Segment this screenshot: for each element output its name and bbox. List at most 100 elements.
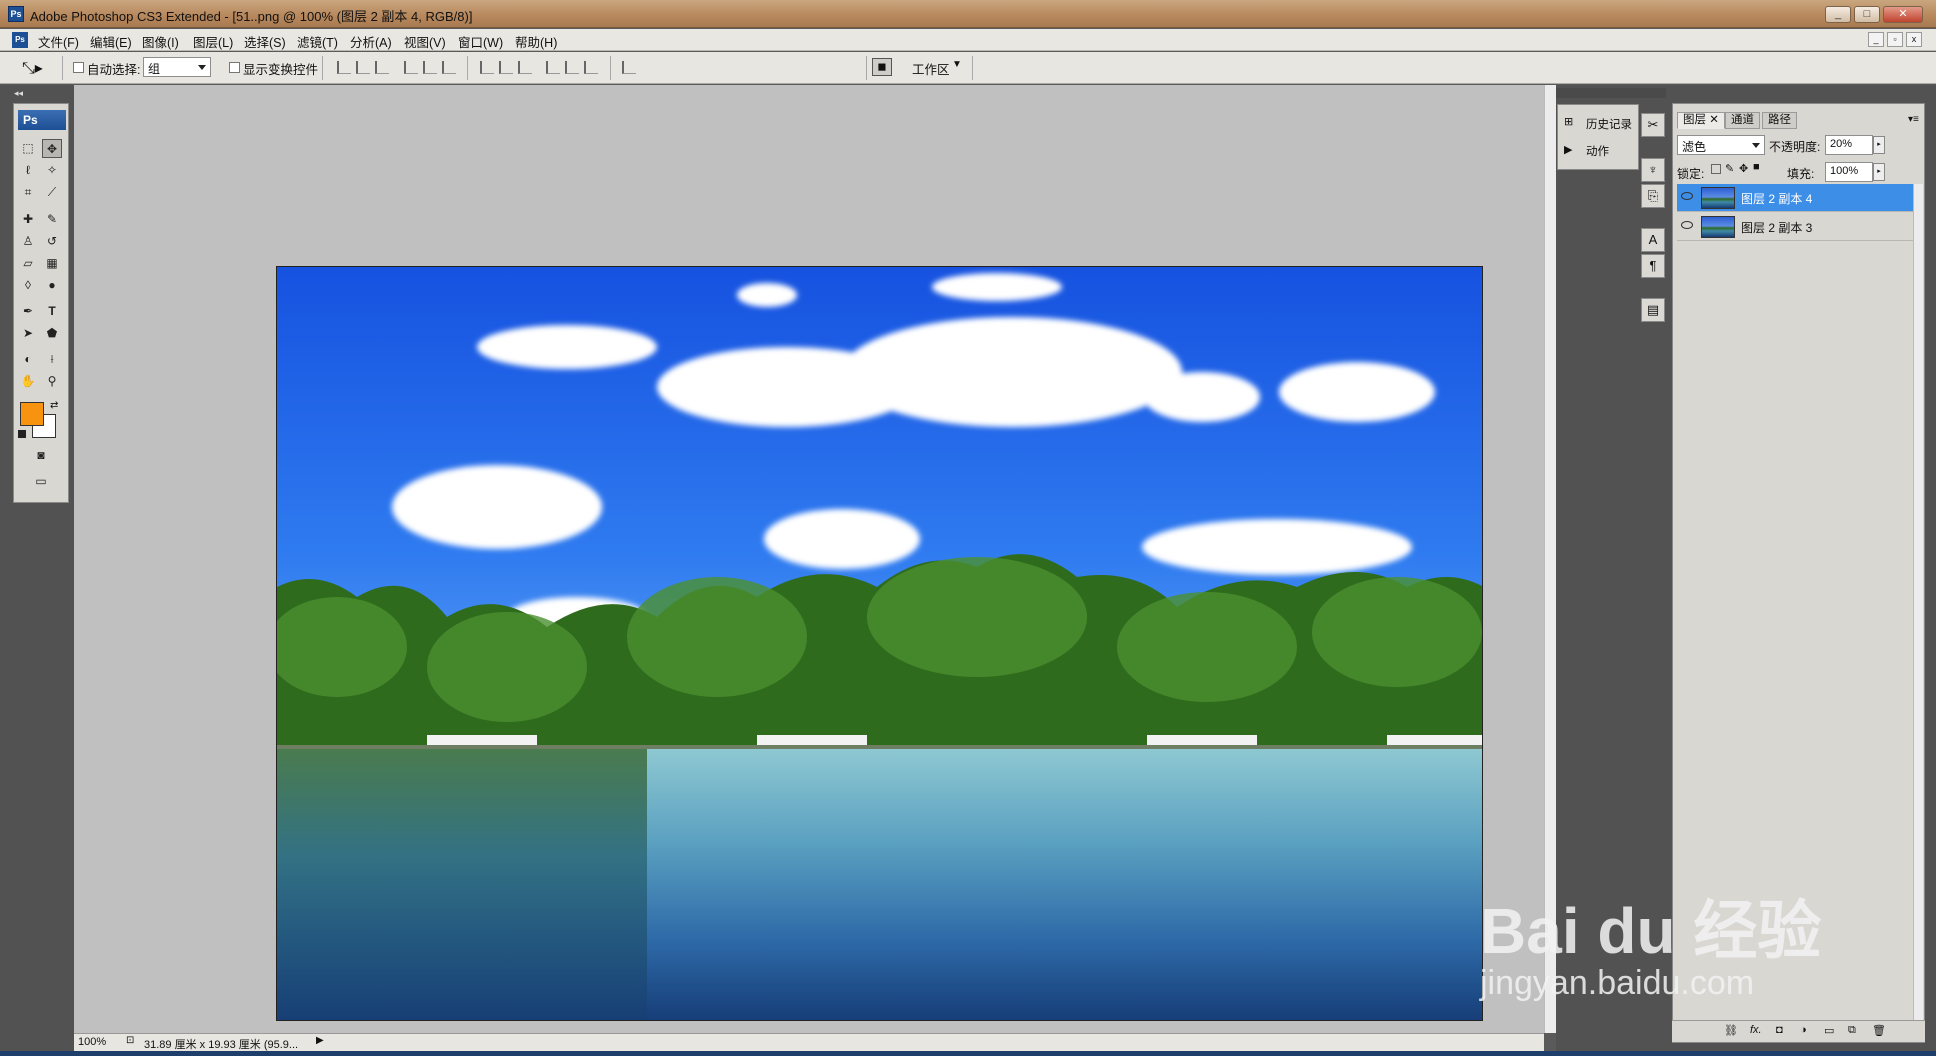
- quick-mask-icon[interactable]: ◙: [31, 446, 51, 465]
- close-icon[interactable]: ✕: [1709, 114, 1719, 126]
- workspace-menu[interactable]: 工作区: [912, 59, 950, 78]
- eye-icon[interactable]: [1681, 192, 1693, 200]
- tab-layers[interactable]: 图层 ✕: [1677, 112, 1725, 129]
- hand-tool-icon[interactable]: ✋: [18, 372, 38, 391]
- slice-tool-icon[interactable]: ⟋: [42, 183, 62, 202]
- link-icon[interactable]: ⛓: [1724, 1024, 1738, 1037]
- bridge-icon[interactable]: ◼: [872, 58, 892, 76]
- tab-paths[interactable]: 路径: [1762, 112, 1797, 129]
- layer-row[interactable]: 图层 2 副本 4: [1677, 184, 1913, 212]
- opacity-input[interactable]: 20%: [1825, 135, 1873, 155]
- lock-position-icon[interactable]: ✥: [1739, 162, 1748, 175]
- distribute-vcenter-icon[interactable]: [499, 61, 513, 74]
- doc-restore-button[interactable]: ▫: [1887, 32, 1903, 47]
- marquee-tool-icon[interactable]: ⬚: [18, 139, 38, 158]
- lock-all-icon[interactable]: ■: [1753, 161, 1760, 173]
- minimize-button[interactable]: _: [1825, 6, 1851, 23]
- trash-icon[interactable]: 🗑: [1872, 1024, 1886, 1037]
- crop-tool-icon[interactable]: ⌗: [18, 183, 38, 202]
- tab-channels[interactable]: 通道: [1725, 112, 1760, 129]
- default-colors-icon[interactable]: [18, 430, 26, 438]
- align-bottom-icon[interactable]: [375, 61, 389, 74]
- group-icon[interactable]: ▭: [1824, 1024, 1834, 1037]
- character-icon[interactable]: A: [1641, 228, 1665, 252]
- align-top-icon[interactable]: [337, 61, 351, 74]
- tool-presets-icon[interactable]: ✂: [1641, 113, 1665, 137]
- doc-close-button[interactable]: x: [1906, 32, 1922, 47]
- path-selection-tool-icon[interactable]: ➤: [18, 324, 38, 343]
- maximize-button[interactable]: □: [1854, 6, 1880, 23]
- clone-source-icon[interactable]: ⎘: [1641, 184, 1665, 208]
- opacity-slider-arrow-icon[interactable]: ▸: [1873, 136, 1885, 154]
- pen-tool-icon[interactable]: ✒: [18, 302, 38, 321]
- history-item[interactable]: 历史记录: [1586, 116, 1632, 132]
- eraser-tool-icon[interactable]: ▱: [18, 254, 38, 273]
- zoom-level[interactable]: 100%: [78, 1036, 106, 1048]
- fx-icon[interactable]: fx.: [1750, 1024, 1762, 1036]
- panel-menu-icon[interactable]: ▾≡: [1908, 114, 1919, 125]
- menu-layer[interactable]: 图层(L): [193, 32, 233, 51]
- distribute-right-icon[interactable]: [584, 61, 598, 74]
- menu-window[interactable]: 窗口(W): [458, 32, 503, 51]
- menu-select[interactable]: 选择(S): [244, 32, 286, 51]
- lasso-tool-icon[interactable]: ℓ: [18, 161, 38, 180]
- fill-input[interactable]: 100%: [1825, 162, 1873, 182]
- foreground-color-swatch[interactable]: [20, 402, 44, 426]
- 3d-tool-icon[interactable]: ◐: [18, 350, 38, 369]
- clone-stamp-tool-icon[interactable]: ♙: [18, 232, 38, 251]
- type-tool-icon[interactable]: T: [42, 302, 62, 321]
- eyedropper-tool-icon[interactable]: ⟊: [42, 350, 62, 369]
- document-image[interactable]: [276, 266, 1483, 1021]
- layer-comps-icon[interactable]: ▤: [1641, 298, 1665, 322]
- distribute-top-icon[interactable]: [480, 61, 494, 74]
- auto-select-checkbox[interactable]: [73, 62, 84, 73]
- layer-row[interactable]: 图层 2 副本 3: [1677, 213, 1913, 241]
- brushes-icon[interactable]: ♆: [1641, 158, 1665, 182]
- blend-mode-dropdown[interactable]: 滤色: [1677, 135, 1765, 155]
- close-button[interactable]: ✕: [1883, 6, 1923, 23]
- auto-align-icon[interactable]: [622, 61, 636, 74]
- align-hcenter-icon[interactable]: [423, 61, 437, 74]
- adjustment-icon[interactable]: ◑: [1800, 1024, 1807, 1036]
- actions-item[interactable]: 动作: [1586, 143, 1609, 159]
- status-menu-arrow-icon[interactable]: ▶: [316, 1035, 324, 1046]
- align-vcenter-icon[interactable]: [356, 61, 370, 74]
- align-right-icon[interactable]: [442, 61, 456, 74]
- menu-analysis[interactable]: 分析(A): [350, 32, 392, 51]
- actions-icon[interactable]: ▶: [1564, 143, 1572, 156]
- menu-help[interactable]: 帮助(H): [515, 32, 557, 51]
- menu-edit[interactable]: 编辑(E): [90, 32, 132, 51]
- healing-brush-tool-icon[interactable]: ✚: [18, 210, 38, 229]
- menu-filter[interactable]: 滤镜(T): [297, 32, 338, 51]
- distribute-left-icon[interactable]: [546, 61, 560, 74]
- blur-tool-icon[interactable]: ◊: [18, 276, 38, 295]
- lock-transparent-icon[interactable]: [1711, 164, 1721, 174]
- menu-image[interactable]: 图像(I): [142, 32, 179, 51]
- distribute-bottom-icon[interactable]: [518, 61, 532, 74]
- doc-minimize-button[interactable]: _: [1868, 32, 1884, 47]
- collapse-icon[interactable]: ◂◂: [14, 88, 23, 99]
- swap-colors-icon[interactable]: ⇄: [50, 400, 58, 411]
- magic-wand-tool-icon[interactable]: ✧: [42, 161, 62, 180]
- paragraph-icon[interactable]: ¶: [1641, 254, 1665, 278]
- history-brush-tool-icon[interactable]: ↺: [42, 232, 62, 251]
- zoom-tool-icon[interactable]: ⚲: [42, 372, 62, 391]
- distribute-hcenter-icon[interactable]: [565, 61, 579, 74]
- lock-pixels-icon[interactable]: ✎: [1725, 162, 1734, 175]
- screen-mode-icon[interactable]: ▭: [31, 472, 51, 491]
- shape-tool-icon[interactable]: ⬟: [42, 324, 62, 343]
- fill-slider-arrow-icon[interactable]: ▸: [1873, 163, 1885, 181]
- align-left-icon[interactable]: [404, 61, 418, 74]
- brush-tool-icon[interactable]: ✎: [42, 210, 62, 229]
- dodge-tool-icon[interactable]: ●: [42, 276, 62, 295]
- gradient-tool-icon[interactable]: ▦: [42, 254, 62, 273]
- eye-icon[interactable]: [1681, 221, 1693, 229]
- show-transform-checkbox[interactable]: [229, 62, 240, 73]
- history-icon[interactable]: ⊞: [1564, 115, 1573, 128]
- menu-file[interactable]: 文件(F): [38, 32, 79, 51]
- mask-icon[interactable]: ◘: [1776, 1024, 1783, 1036]
- menu-view[interactable]: 视图(V): [404, 32, 446, 51]
- new-layer-icon[interactable]: ⧉: [1848, 1024, 1856, 1037]
- move-tool-preset-icon[interactable]: ⤡▸: [22, 58, 43, 78]
- move-tool-icon[interactable]: ✥: [42, 139, 62, 158]
